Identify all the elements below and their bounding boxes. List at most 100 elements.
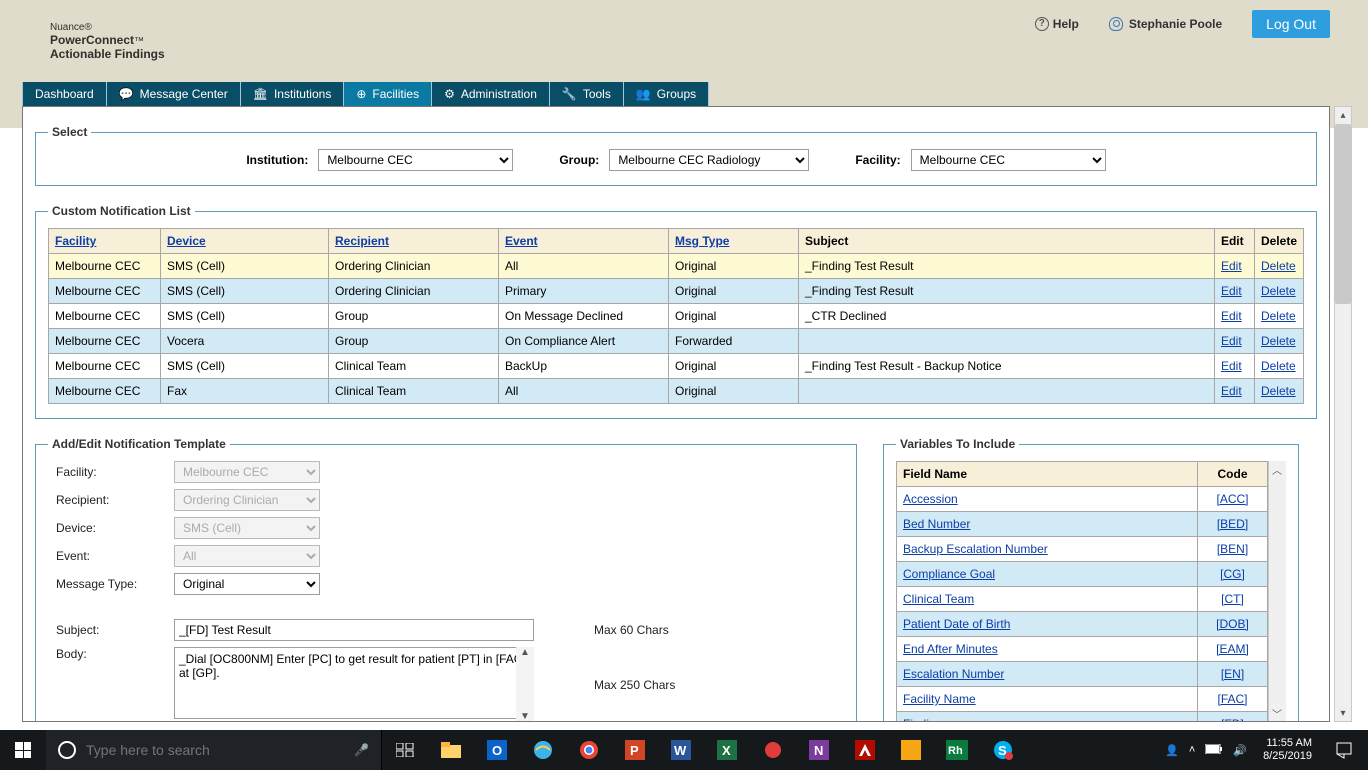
delete-link[interactable]: Delete (1261, 284, 1296, 298)
onenote-icon[interactable]: N (796, 730, 842, 770)
tray-volume-icon[interactable]: 🔊 (1233, 744, 1247, 757)
msgtype-form-select[interactable]: Original (174, 573, 320, 595)
nav-administration[interactable]: ⚙Administration (432, 82, 550, 106)
col-header-recipient[interactable]: Recipient (335, 234, 389, 248)
tray-battery-icon[interactable] (1205, 744, 1223, 757)
variables-scrollbar[interactable]: ︿ ﹀ (1268, 461, 1286, 721)
brand-line2: PowerConnect (50, 33, 134, 47)
variable-name-link[interactable]: End After Minutes (903, 642, 998, 656)
scroll-up-icon[interactable]: ▴ (1335, 107, 1351, 123)
variable-name-link[interactable]: Bed Number (903, 517, 970, 531)
cell-event: All (499, 379, 669, 404)
delete-link[interactable]: Delete (1261, 259, 1296, 273)
nav-message-center[interactable]: 💬Message Center (107, 82, 241, 106)
variable-code-link[interactable]: [CT] (1221, 592, 1244, 606)
taskbar-search[interactable]: 🎤 (46, 730, 382, 770)
app-icon-2[interactable] (888, 730, 934, 770)
variable-code-link[interactable]: [EAM] (1216, 642, 1249, 656)
app-icon-1[interactable] (750, 730, 796, 770)
variable-name-link[interactable]: Escalation Number (903, 667, 1004, 681)
nav-dashboard[interactable]: Dashboard (22, 82, 107, 106)
edit-link[interactable]: Edit (1221, 309, 1242, 323)
facility-select[interactable]: Melbourne CEC (911, 149, 1106, 171)
delete-link[interactable]: Delete (1261, 384, 1296, 398)
variable-code-link[interactable]: [BED] (1217, 517, 1248, 531)
ie-icon[interactable] (520, 730, 566, 770)
scroll-down-icon[interactable]: ▾ (1335, 705, 1351, 721)
institution-select[interactable]: Melbourne CEC (318, 149, 513, 171)
variable-name-link[interactable]: Patient Date of Birth (903, 617, 1010, 631)
help-link[interactable]: ? Help (1035, 17, 1079, 31)
body-scrollbar[interactable]: ▲ ▼ (516, 647, 534, 722)
start-button[interactable] (0, 730, 46, 770)
scroll-up-icon[interactable]: ︿ (1269, 461, 1285, 477)
table-row[interactable]: Melbourne CECSMS (Cell)GroupOn Message D… (49, 304, 1304, 329)
chrome-icon[interactable] (566, 730, 612, 770)
variable-code-link[interactable]: [FD] (1221, 717, 1244, 721)
variable-name-link[interactable]: Accession (903, 492, 958, 506)
variable-name-link[interactable]: Compliance Goal (903, 567, 995, 581)
outlook-icon[interactable]: O (474, 730, 520, 770)
table-row[interactable]: Melbourne CECFaxClinical TeamAllOriginal… (49, 379, 1304, 404)
table-row[interactable]: Melbourne CECSMS (Cell)Clinical TeamBack… (49, 354, 1304, 379)
edit-link[interactable]: Edit (1221, 359, 1242, 373)
body-textarea[interactable]: _Dial [OC800NM] Enter [PC] to get result… (174, 647, 534, 719)
word-icon[interactable]: W (658, 730, 704, 770)
delete-link[interactable]: Delete (1261, 359, 1296, 373)
table-row[interactable]: Melbourne CECSMS (Cell)Ordering Clinicia… (49, 254, 1304, 279)
file-explorer-icon[interactable] (428, 730, 474, 770)
delete-link[interactable]: Delete (1261, 334, 1296, 348)
variable-name-link[interactable]: Backup Escalation Number (903, 542, 1048, 556)
table-row[interactable]: Melbourne CECVoceraGroupOn Compliance Al… (49, 329, 1304, 354)
col-header-event[interactable]: Event (505, 234, 538, 248)
col-header-device[interactable]: Device (167, 234, 206, 248)
nav-groups[interactable]: 👥Groups (624, 82, 709, 106)
col-header-facility[interactable]: Facility (55, 234, 96, 248)
notification-center-icon[interactable] (1328, 730, 1360, 770)
search-input[interactable] (86, 742, 344, 758)
variable-name-link[interactable]: Clinical Team (903, 592, 974, 606)
clock-date: 8/25/2019 (1263, 750, 1312, 763)
event-form-select: All (174, 545, 320, 567)
nav-institutions[interactable]: 🏛Institutions (241, 82, 345, 106)
group-select[interactable]: Melbourne CEC Radiology (609, 149, 809, 171)
excel-icon[interactable]: X (704, 730, 750, 770)
edit-link[interactable]: Edit (1221, 384, 1242, 398)
app-icon-rh[interactable]: Rh (934, 730, 980, 770)
variable-name-link[interactable]: Facility Name (903, 692, 976, 706)
scroll-down-icon[interactable]: ﹀ (1269, 705, 1285, 721)
recipient-form-label: Recipient: (56, 493, 174, 507)
col-header-msgtype[interactable]: Msg Type (675, 234, 729, 248)
subject-input[interactable] (174, 619, 534, 641)
powerpoint-icon[interactable]: P (612, 730, 658, 770)
task-view-icon[interactable] (382, 730, 428, 770)
variable-code-link[interactable]: [FAC] (1217, 692, 1247, 706)
edit-link[interactable]: Edit (1221, 259, 1242, 273)
adobe-icon[interactable] (842, 730, 888, 770)
table-row[interactable]: Melbourne CECSMS (Cell)Ordering Clinicia… (49, 279, 1304, 304)
variable-code-link[interactable]: [BEN] (1217, 542, 1248, 556)
variable-code-link[interactable]: [CG] (1220, 567, 1245, 581)
taskbar-clock[interactable]: 11:55 AM 8/25/2019 (1257, 737, 1318, 763)
page-scrollbar[interactable]: ▴ ▾ (1334, 106, 1352, 722)
tray-people-icon[interactable]: 👤 (1165, 744, 1179, 757)
variable-code-link[interactable]: [ACC] (1216, 492, 1248, 506)
variable-code-link[interactable]: [EN] (1221, 667, 1244, 681)
nav-icon: 💬 (119, 87, 134, 101)
skype-icon[interactable]: S (980, 730, 1026, 770)
mic-icon[interactable]: 🎤 (354, 743, 369, 757)
variable-name-link[interactable]: Finding (903, 717, 942, 721)
nav-tools[interactable]: 🔧Tools (550, 82, 624, 106)
editor-legend: Add/Edit Notification Template (48, 437, 230, 451)
scroll-thumb[interactable] (1335, 124, 1351, 304)
delete-link[interactable]: Delete (1261, 309, 1296, 323)
edit-link[interactable]: Edit (1221, 334, 1242, 348)
logout-button[interactable]: Log Out (1252, 10, 1330, 38)
edit-link[interactable]: Edit (1221, 284, 1242, 298)
clock-time: 11:55 AM (1263, 737, 1312, 750)
variable-code-link[interactable]: [DOB] (1216, 617, 1249, 631)
tray-chevron-up-icon[interactable]: ˄ (1189, 744, 1195, 756)
user-display[interactable]: Stephanie Poole (1109, 17, 1222, 31)
nav-facilities[interactable]: ⊕Facilities (344, 82, 432, 106)
notification-list-legend: Custom Notification List (48, 204, 195, 218)
